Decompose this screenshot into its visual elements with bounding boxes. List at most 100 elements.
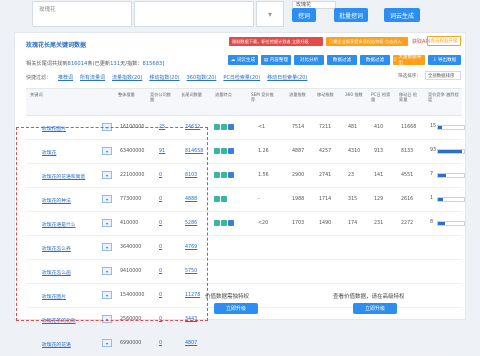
traffic-tag-icon	[214, 124, 220, 130]
word-cloud-button[interactable]: 词云生成	[384, 8, 420, 22]
sort-select[interactable]: 全部数据排序	[425, 71, 461, 80]
traffic-tag-icon	[221, 172, 227, 178]
companies-count[interactable]: 0	[159, 341, 162, 346]
pc-daily: 913	[374, 149, 384, 154]
page-title: 玫瑰花长尾关键词数据	[26, 42, 87, 49]
search-input-main[interactable]: 玫瑰花	[32, 1, 132, 27]
quick-filter-item[interactable]: 移动指数(20)	[149, 74, 179, 81]
traffic-tags	[214, 148, 234, 154]
batch-filter-button[interactable]: 数据过滤	[327, 55, 357, 65]
batch-dig-button[interactable]: 批量挖词	[334, 8, 368, 22]
promo-banner-enterprise[interactable]: 只需企业版享受多项权益特权 点击进入	[326, 37, 408, 46]
competition-value: 1	[430, 196, 434, 201]
mobile-index: 7211	[319, 125, 332, 130]
bulk-export-button[interactable]: ⇩ 大量数据导出	[393, 55, 425, 66]
traffic-tag-icon	[221, 196, 227, 202]
summary-index: 815683	[142, 61, 163, 67]
keyword-link[interactable]: 玫瑰花的花语	[42, 341, 71, 348]
summary-prefix: 相关长尾词共找到	[26, 61, 68, 67]
compare-button[interactable]: 对比分析	[294, 55, 324, 65]
mobile-index: 4257	[319, 149, 332, 154]
mobile-daily: 8133	[401, 149, 414, 154]
competition-bar-fill	[438, 222, 445, 225]
longtail-count[interactable]: 4807	[185, 341, 197, 346]
bulk-export-label: 大量数据导出	[398, 55, 422, 66]
col-header-sem[interactable]: SEM 竞价推荐	[251, 92, 275, 102]
col-header-mobile-index[interactable]: 移动指数	[317, 92, 335, 97]
col-header-total[interactable]: 整体搜量	[118, 92, 140, 97]
results-summary: 相关长尾词共找到816014条(已更新131天/指数：815683]	[26, 60, 164, 67]
upgrade-button-right[interactable]: 立即升级	[353, 303, 397, 314]
competition-value: 15	[430, 124, 437, 129]
top-search-bar: 玫瑰花 ▾ 玫瑰花 挖词 批量挖词 词云生成	[0, 0, 480, 32]
flow-index: 2900	[292, 173, 305, 178]
sem-value: <1	[258, 125, 266, 130]
mobile-daily: 2272	[401, 221, 414, 226]
quick-filter-item[interactable]: 360指数(20)	[187, 74, 217, 81]
competition-bar-fill	[438, 126, 442, 129]
flow-index: 4887	[292, 149, 305, 154]
360-index: 174	[348, 221, 358, 226]
col-header-flow-index[interactable]: 流量指数	[289, 92, 307, 97]
summary-suffix: ]	[162, 61, 165, 67]
word-cloud-tool-label: 词云生成	[236, 58, 256, 63]
mobile-index: 1490	[319, 221, 332, 226]
export-button[interactable]: ⇩ 导出数据	[428, 55, 461, 65]
data-filter-button[interactable]: 数据过滤	[360, 55, 390, 65]
competition-bar	[437, 125, 465, 130]
traffic-tags	[214, 124, 234, 130]
360-index: 315	[348, 197, 358, 202]
flow-index: 1703	[292, 221, 305, 226]
dig-button[interactable]: 挖词	[292, 8, 316, 22]
col-header-keyword[interactable]: 关键词	[30, 92, 43, 97]
quick-filter-item[interactable]: 所有流量词	[80, 74, 105, 81]
word-cloud-tool-button[interactable]: ☁ 词云生成	[228, 55, 258, 65]
quick-filter-item[interactable]: PC日检索量(20)	[223, 74, 260, 81]
traffic-tags	[214, 220, 234, 226]
content-organize-button[interactable]: ▤ 内容整理	[261, 55, 291, 65]
competition-bar	[437, 197, 465, 202]
dig-icon[interactable]: ▾	[102, 339, 112, 347]
quick-filter-item[interactable]: 移动日检索量(20)	[267, 74, 307, 81]
locked-text-right: 查看价值数据，请在高级特权	[333, 294, 405, 300]
traffic-tag-icon	[221, 220, 227, 226]
member-upgrade-button[interactable]: 会员权益升级	[427, 36, 461, 46]
table-row: 玫瑰花的花语 ▾ 6990000 0 4807	[26, 332, 462, 356]
col-header-companies[interactable]: 竞价公司数量	[150, 92, 172, 102]
mobile-daily: 11668	[401, 125, 417, 130]
results-panel: 玫瑰花长尾关键词数据 限制数据下载，职位挖掘计划者 立即升级 只需企业版享受多项…	[14, 32, 466, 356]
pc-daily: 410	[374, 125, 384, 130]
col-header-pc-daily[interactable]: PC日 检索量	[371, 92, 391, 102]
traffic-tag-icon	[214, 148, 220, 154]
traffic-tag-icon	[221, 124, 227, 130]
col-header-competition[interactable]: 竞价竞争 激烈程度	[428, 92, 460, 102]
quick-filter-item[interactable]: 推荐词	[58, 74, 73, 81]
competition-bar	[437, 149, 465, 154]
mobile-daily: 2616	[401, 197, 414, 202]
summary-mid2: 天/指数：	[120, 61, 143, 67]
pc-daily: 129	[374, 197, 384, 202]
promo-banner-upgrade[interactable]: 限制数据下载，职位挖掘计划者 立即升级	[229, 37, 323, 46]
sem-value: -	[258, 197, 260, 202]
traffic-tag-icon	[214, 172, 220, 178]
col-header-mobile-daily[interactable]: 移动日 检索量	[399, 92, 421, 102]
chevron-down-icon: ▾	[267, 9, 272, 19]
competition-bar-fill	[438, 150, 463, 153]
360-index: 481	[348, 125, 358, 130]
quick-filter-bar: 快捷过滤： 推荐词 所有流量词 流量指数(20) 移动指数(20) 360指数(…	[26, 74, 307, 81]
traffic-tag-icon	[214, 220, 220, 226]
selection-highlight	[16, 127, 208, 321]
dropdown-toggle[interactable]: ▾	[256, 1, 284, 27]
sem-value: 1.26	[258, 149, 269, 154]
col-header-360-index[interactable]: 360 指数	[345, 92, 363, 97]
traffic-tag-icon	[228, 220, 234, 226]
upgrade-button-left[interactable]: 立即升级	[214, 303, 258, 314]
quick-filter-item[interactable]: 流量指数(20)	[112, 74, 142, 81]
traffic-tag-icon	[221, 148, 227, 154]
competition-bar-fill	[438, 174, 446, 177]
summary-mid1: 条(已更新	[87, 61, 111, 67]
pc-daily: 141	[374, 173, 384, 178]
search-input-secondary[interactable]	[134, 1, 254, 27]
col-header-longtail[interactable]: 长尾词数量	[181, 92, 203, 97]
content-organize-label: 内容整理	[269, 58, 289, 63]
